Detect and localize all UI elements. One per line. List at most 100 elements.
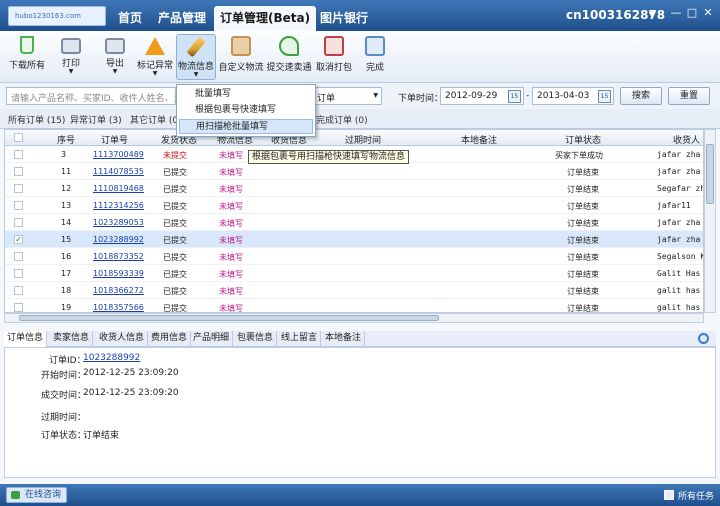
logistics-status[interactable]: 未填写 [219, 167, 243, 178]
order-number-link[interactable]: 1112314256 [93, 201, 144, 210]
chevron-down-icon: ▼ [373, 92, 378, 99]
order-number-link[interactable]: 1110819468 [93, 184, 144, 193]
table-row[interactable]: 12 1110819468 已提交 未填写 订单结束 Segafar zha [5, 180, 703, 197]
row-checkbox[interactable] [14, 286, 23, 295]
nav-tab-products[interactable]: 产品管理 [152, 6, 212, 31]
order-number-link[interactable]: 1023288992 [93, 235, 144, 244]
order-status: 订单结束 [567, 270, 599, 279]
nav-tab-image-bank[interactable]: 图片银行 [314, 6, 374, 31]
row-checkbox[interactable] [14, 184, 23, 193]
search-input[interactable]: 请输入产品名称、买家ID、收件人姓名、运… [6, 87, 176, 105]
search-bar: 请输入产品名称、买家ID、收件人姓名、运… 订单 ▼ 下单时间： 2012-09… [0, 83, 720, 109]
row-checkbox[interactable]: ✓ [14, 235, 23, 244]
row-number: 14 [61, 218, 72, 227]
online-consult-button[interactable]: 在线咨询 [6, 487, 68, 503]
table-row[interactable]: 16 1018873352 已提交 未填写 订单结束 Segalson K [5, 248, 703, 265]
table-row[interactable]: 13 1112314256 已提交 未填写 订单结束 jafar11 [5, 197, 703, 214]
close-icon[interactable]: ✕ [702, 6, 714, 19]
logistics-status[interactable]: 未填写 [219, 252, 243, 263]
row-checkbox[interactable] [14, 218, 23, 227]
order-number-link[interactable]: 1018366272 [93, 286, 144, 295]
ship-status: 已提交 [163, 168, 187, 177]
row-checkbox[interactable] [14, 269, 23, 278]
logistics-info-button[interactable]: 物流信息 ▼ [176, 34, 216, 80]
logistics-status[interactable]: 未填写 [219, 184, 243, 195]
download-all-button[interactable]: 下载所有 [8, 34, 46, 80]
order-number-link[interactable]: 1114078535 [93, 167, 144, 176]
tab-completed-orders[interactable]: 完成订单 (0) [316, 113, 368, 126]
buyer-name: jafar zha [657, 167, 701, 176]
order-number-link[interactable]: 1018357566 [93, 303, 144, 312]
all-tasks-button[interactable]: 所有任务 [664, 489, 714, 502]
custom-logistics-button[interactable]: 自定义物流 [218, 34, 264, 80]
scroll-thumb[interactable] [19, 315, 439, 321]
logistics-status[interactable]: 未填写 [219, 235, 243, 246]
cancel-package-button[interactable]: 取消打包 [316, 34, 352, 80]
logistics-status[interactable]: 未填写 [219, 269, 243, 280]
row-checkbox[interactable] [14, 201, 23, 210]
export-button[interactable]: 导出 ▼ [98, 34, 132, 80]
horizontal-scrollbar[interactable] [4, 313, 704, 323]
row-checkbox[interactable] [14, 167, 23, 176]
logistics-status[interactable]: 未填写 [219, 201, 243, 212]
logistics-status[interactable]: 未填写 [219, 150, 243, 161]
tab-consignee-info[interactable]: 收货人信息 [96, 331, 149, 347]
cancel-package-icon [324, 36, 344, 56]
calendar-icon[interactable]: 15 [508, 90, 521, 103]
search-field-select[interactable]: 订单 ▼ [312, 87, 382, 105]
tab-package-info[interactable]: 包裹信息 [234, 331, 278, 347]
account-dropdown-icon[interactable]: ▼ [646, 10, 658, 19]
logistics-status[interactable]: 未填写 [219, 218, 243, 229]
search-button[interactable]: 搜索 [620, 87, 662, 105]
date-from-field[interactable]: 2012-09-29 15 [440, 87, 524, 105]
order-number-link[interactable]: 1018873352 [93, 252, 144, 261]
minimize-icon[interactable]: — [670, 6, 682, 19]
table-row[interactable]: 19 1018357566 已提交 未填写 订单结束 galit has [5, 299, 703, 312]
order-number-link[interactable]: 1023289053 [93, 218, 144, 227]
row-checkbox[interactable] [14, 252, 23, 261]
tab-all-orders[interactable]: 所有订单 (15) [8, 113, 65, 126]
complete-button[interactable]: 完成 [360, 34, 390, 80]
order-number-link[interactable]: 1113700489 [93, 150, 144, 159]
menu-item-scanner-fill[interactable]: 用扫描枪批量填写 [179, 119, 313, 134]
table-row[interactable]: 18 1018366272 已提交 未填写 订单结束 galit has [5, 282, 703, 299]
tab-fee-info[interactable]: 费用信息 [148, 331, 192, 347]
tab-local-note[interactable]: 本地备注 [322, 331, 366, 347]
nav-tab-orders[interactable]: 订单管理(Beta) [214, 6, 317, 31]
nav-tab-home[interactable]: 首页 [112, 6, 148, 31]
scroll-thumb[interactable] [706, 144, 714, 204]
maximize-icon[interactable]: □ [686, 6, 698, 19]
tab-seller-info[interactable]: 卖家信息 [50, 331, 94, 347]
date-to-field[interactable]: 2013-04-03 15 [532, 87, 614, 105]
reset-button[interactable]: 重置 [668, 87, 710, 105]
menu-item-batch-fill[interactable]: 批量填写 [179, 87, 313, 102]
mark-exception-button[interactable]: 标记异常 ▼ [136, 34, 174, 80]
tab-order-info[interactable]: 订单信息 [4, 331, 48, 347]
order-number-link[interactable]: 1018593339 [93, 269, 144, 278]
logistics-status[interactable]: 未填写 [219, 303, 243, 312]
tab-exception-orders[interactable]: 异常订单 (3) [70, 113, 122, 126]
chevron-down-icon: ▼ [193, 71, 199, 78]
tab-other-orders[interactable]: 其它订单 (0) [130, 113, 182, 126]
row-number: 16 [61, 252, 72, 261]
tooltip: 根据包裹号用扫描枪快速填写物流信息 [248, 150, 410, 164]
table-row[interactable]: ✓ 15 1023288992 已提交 未填写 订单结束 jafar zha [5, 231, 703, 248]
row-checkbox[interactable] [14, 303, 23, 312]
tab-product-detail[interactable]: 产品明细 [190, 331, 234, 347]
menu-item-fill-by-package[interactable]: 根据包裹号快速填写 [179, 103, 313, 118]
select-all-checkbox[interactable] [14, 133, 23, 142]
vertical-scrollbar[interactable] [704, 129, 716, 313]
order-id-link[interactable]: 1023288992 [83, 353, 140, 363]
calendar-icon[interactable]: 15 [598, 90, 611, 103]
deal-time-value: 2012-12-25 23:09:20 [83, 388, 179, 398]
print-button[interactable]: 打印 ▼ [54, 34, 88, 80]
table-row[interactable]: 17 1018593339 已提交 未填写 订单结束 Galit Has [5, 265, 703, 282]
submit-aliexpress-button[interactable]: 提交速卖通 [266, 34, 312, 80]
tab-online-message[interactable]: 线上留言 [278, 331, 322, 347]
table-row[interactable]: 14 1023289053 已提交 未填写 订单结束 jafar zha [5, 214, 703, 231]
refresh-icon[interactable] [698, 333, 709, 344]
row-checkbox[interactable] [14, 150, 23, 159]
table-header: 序号 订单号 发货状态 物流信息 收货信息 过期时间 本地备注 订单状态 收货人 [5, 130, 703, 146]
table-row[interactable]: 11 1114078535 已提交 未填写 订单结束 jafar zha [5, 163, 703, 180]
logistics-status[interactable]: 未填写 [219, 286, 243, 297]
